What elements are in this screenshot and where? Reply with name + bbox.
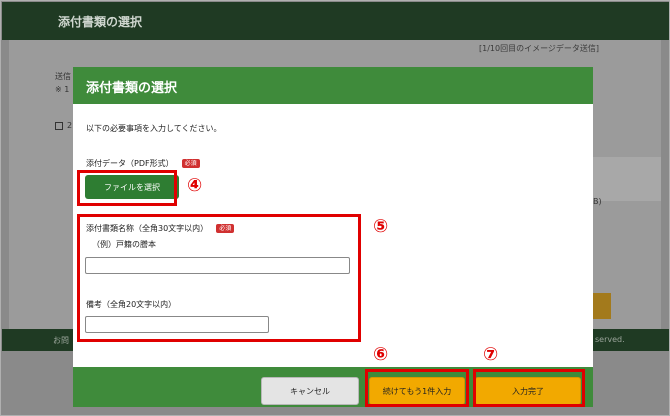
background-text: 送信: [55, 72, 71, 81]
background-text: B): [593, 197, 602, 206]
file-label-row: 添付データ（PDF形式） 必須: [86, 158, 200, 169]
screenshot-frame: 添付書類の選択 [1/10回目のイメージデータ送信] 送信 ※ 1 2 B) お…: [0, 0, 670, 416]
callout-box-4: [77, 170, 177, 206]
background-checkbox: [55, 122, 63, 130]
background-footer-text: お問: [53, 336, 69, 345]
callout-box-6: [365, 369, 469, 407]
required-badge: 必須: [181, 159, 200, 168]
background-text: 2: [67, 121, 73, 130]
callout-number-4: ④: [187, 175, 203, 196]
callout-number-6: ⑥: [373, 344, 389, 365]
callout-number-5: ⑤: [373, 216, 389, 237]
background-strip: [591, 157, 661, 201]
dialog-title: 添付書類の選択: [86, 81, 178, 96]
dialog-instruction: 以下の必要事項を入力してください。: [86, 124, 222, 133]
background-page-title: 添付書類の選択: [58, 15, 143, 29]
cancel-button-label: キャンセル: [290, 386, 330, 396]
background-copyright: served.: [595, 335, 625, 344]
callout-number-7: ⑦: [483, 344, 499, 365]
callout-box-7: [473, 369, 585, 407]
file-data-label: 添付データ（PDF形式）: [86, 159, 174, 168]
background-header: 添付書類の選択: [2, 2, 669, 40]
background-note: ※ 1: [55, 85, 70, 94]
background-page-indicator: [1/10回目のイメージデータ送信]: [479, 44, 600, 53]
callout-box-5: [77, 214, 361, 342]
dialog-header: 添付書類の選択: [73, 67, 593, 104]
cancel-button[interactable]: キャンセル: [261, 377, 359, 405]
